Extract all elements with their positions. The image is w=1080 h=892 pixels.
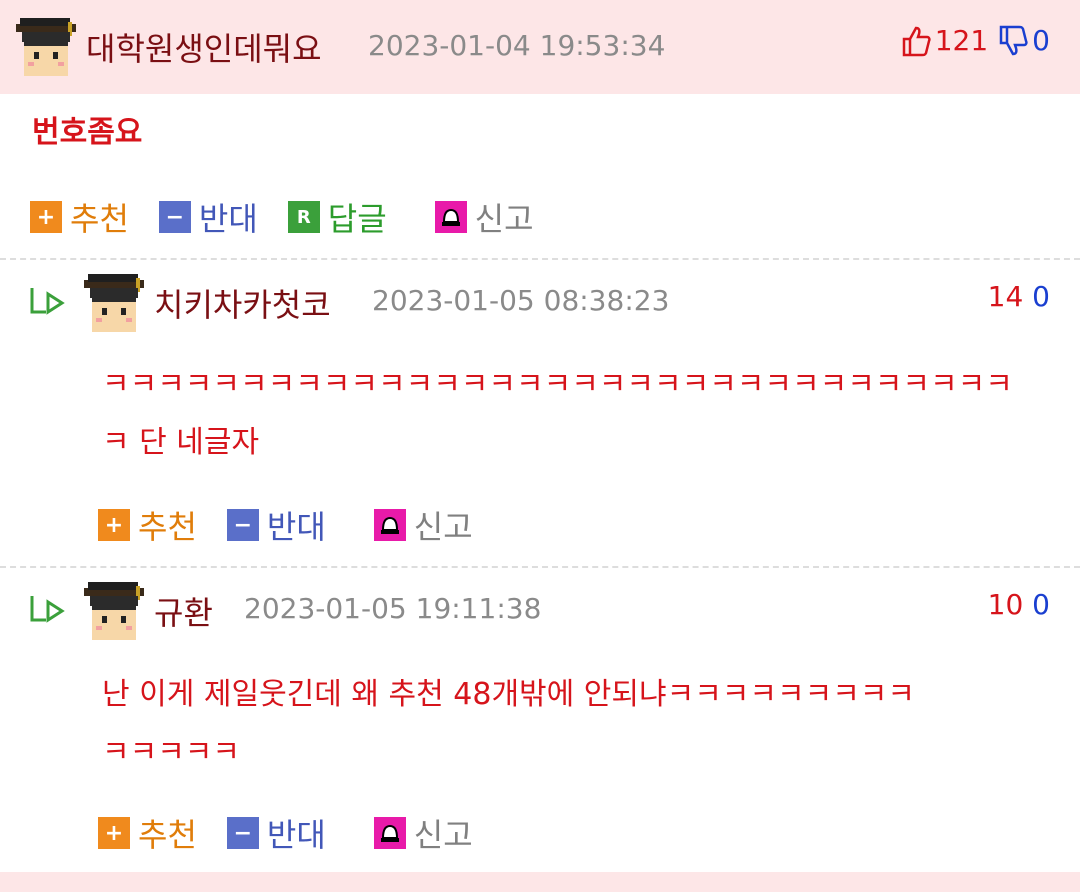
reply-r-icon: R (287, 201, 320, 233)
comment-text-line: 난 이게 제일웃긴데 왜 추천 48개밖에 안되냐ㅋㅋㅋㅋㅋㅋㅋㅋㅋ (102, 677, 915, 712)
siren-icon (373, 817, 406, 849)
student-avatar-icon[interactable] (16, 16, 76, 78)
report-button[interactable]: 신고 (373, 810, 473, 856)
comment-nickname[interactable]: 대학원생인데뭐요 (86, 24, 322, 70)
oppose-label: 반대 (266, 816, 326, 854)
comment-date: 2023-01-05 19:11:38 (244, 592, 542, 625)
comment-nickname[interactable]: 치키차카첫코 (154, 280, 331, 326)
siren-icon (434, 201, 467, 233)
recommend-label: 추천 (70, 200, 129, 238)
downvote-count: 0 (1032, 588, 1050, 621)
oppose-button[interactable]: − 반대 (158, 194, 258, 240)
report-label: 신고 (474, 200, 534, 238)
comment-header: 대학원생인데뭐요 2023-01-04 19:53:34 121 0 (0, 0, 1080, 94)
comment-date: 2023-01-05 08:38:23 (372, 284, 670, 317)
plus-icon: + (98, 509, 130, 541)
report-button[interactable]: 신고 (373, 502, 473, 548)
vote-counts: 121 0 (901, 24, 1050, 57)
comment-text: ㅋㅋㅋㅋㅋㅋㅋㅋㅋㅋㅋㅋㅋㅋㅋㅋㅋㅋㅋㅋㅋㅋㅋㅋㅋㅋㅋㅋㅋㅋㅋㅋㅋ ㅋ 단 네글… (102, 356, 1013, 472)
reply-button[interactable]: R 답글 (287, 194, 387, 240)
next-comment-header (0, 872, 1080, 892)
comment-actions: + 추천 − 반대 신고 (98, 502, 503, 548)
comment-text-line: ㅋ 단 네글자 (102, 425, 260, 460)
minus-icon: − (226, 817, 259, 849)
downvote-count: 0 (1032, 280, 1050, 313)
oppose-button[interactable]: − 반대 (226, 810, 326, 856)
report-label: 신고 (413, 508, 473, 546)
report-label: 신고 (413, 816, 473, 854)
comment-date: 2023-01-04 19:53:34 (368, 29, 666, 62)
comment-text: 번호좀요 (32, 115, 143, 150)
student-avatar-icon[interactable] (84, 272, 144, 334)
reply-arrow-icon (26, 284, 66, 320)
comment-text-line: ㅋㅋㅋㅋㅋ (102, 735, 240, 770)
minus-icon: − (226, 509, 259, 541)
downvote-count: 0 (1032, 24, 1050, 57)
minus-icon: − (158, 201, 191, 233)
plus-icon: + (98, 817, 130, 849)
report-button[interactable]: 신고 (434, 194, 534, 240)
thumbs-down-icon[interactable] (998, 25, 1028, 57)
recommend-button[interactable]: + 추천 (30, 194, 129, 240)
plus-icon: + (30, 201, 62, 233)
recommend-label: 추천 (138, 816, 197, 854)
student-avatar-icon[interactable] (84, 580, 144, 642)
thumbs-up-icon[interactable] (901, 25, 931, 57)
oppose-label: 반대 (266, 508, 326, 546)
recommend-button[interactable]: + 추천 (98, 810, 197, 856)
comment-text-line: ㅋㅋㅋㅋㅋㅋㅋㅋㅋㅋㅋㅋㅋㅋㅋㅋㅋㅋㅋㅋㅋㅋㅋㅋㅋㅋㅋㅋㅋㅋㅋㅋㅋ (102, 367, 1013, 402)
recommend-label: 추천 (138, 508, 197, 546)
recommend-button[interactable]: + 추천 (98, 502, 197, 548)
comment-actions: + 추천 − 반대 신고 (98, 810, 503, 856)
upvote-count: 121 (934, 24, 989, 57)
comment-actions: + 추천 − 반대 R 답글 신고 (30, 194, 564, 240)
upvote-count: 10 (987, 588, 1024, 621)
oppose-label: 반대 (198, 200, 258, 238)
comment-divider (0, 258, 1080, 260)
reply-label: 답글 (327, 200, 387, 238)
comment-text: 난 이게 제일웃긴데 왜 추천 48개밖에 안되냐ㅋㅋㅋㅋㅋㅋㅋㅋㅋ ㅋㅋㅋㅋㅋ (102, 666, 915, 782)
upvote-count: 14 (987, 280, 1024, 313)
comment-nickname[interactable]: 규환 (154, 588, 213, 634)
vote-counts: 14 0 (988, 280, 1050, 313)
siren-icon (373, 509, 406, 541)
vote-counts: 10 0 (988, 588, 1050, 621)
comment-divider (0, 566, 1080, 568)
oppose-button[interactable]: − 반대 (226, 502, 326, 548)
reply-arrow-icon (26, 592, 66, 628)
